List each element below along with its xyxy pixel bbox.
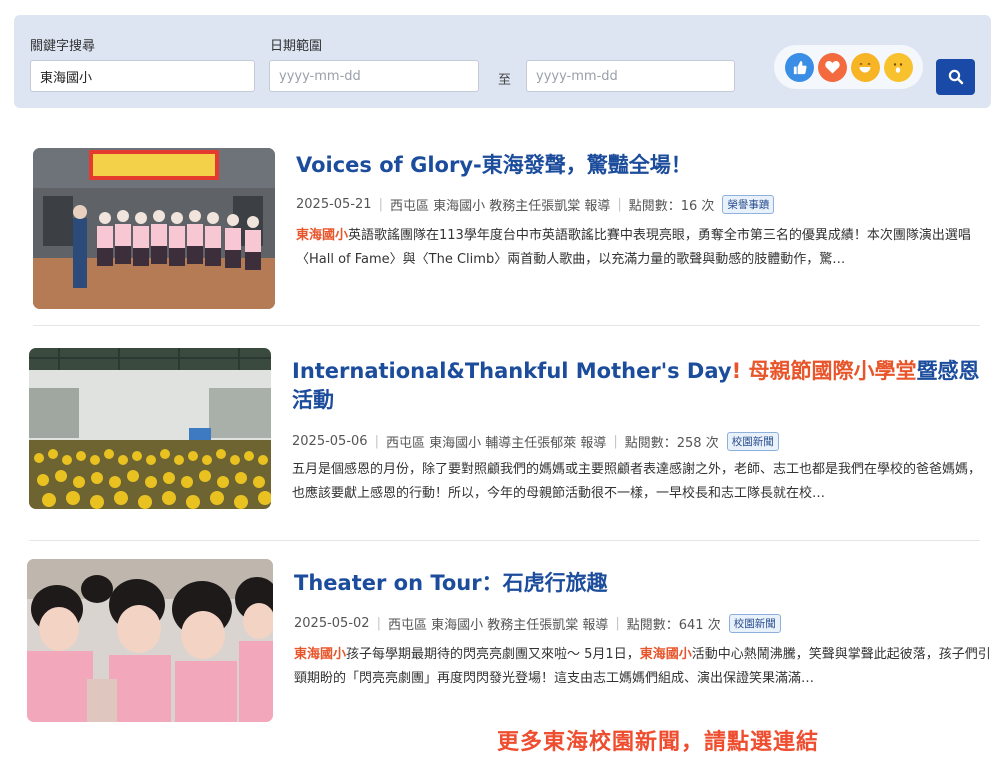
surprise-icon[interactable]: [883, 52, 913, 82]
article-title[interactable]: Theater on Tour：石虎行旅趣: [294, 569, 984, 598]
article-meta: 2025-05-06 | 西屯區 東海國小 輔導主任張郁萊 報導 | 點閱數：2…: [292, 432, 779, 451]
article-date: 2025-05-21: [296, 197, 372, 212]
article-views: 點閱數：641 次: [626, 618, 721, 633]
article-thumbnail[interactable]: [29, 348, 271, 509]
keyword-input[interactable]: [30, 60, 255, 92]
divider: [29, 540, 980, 541]
start-date-input[interactable]: [269, 60, 479, 92]
article-excerpt: 東海國小英語歌謠團隊在113學年度台中市英語歌謠比賽中表現亮眼，勇奪全市第三名的…: [296, 228, 971, 267]
article-thumbnail[interactable]: [33, 148, 275, 309]
search-panel: 關鍵字搜尋 日期範圍 至: [14, 15, 991, 108]
end-date-input[interactable]: [526, 60, 735, 92]
article-date: 2025-05-06: [292, 434, 368, 449]
article-reporter: 西屯區 東海國小 教務主任張凱棠 報導: [389, 199, 611, 214]
keyword-label: 關鍵字搜尋: [30, 39, 96, 54]
article-title[interactable]: Voices of Glory-東海發聲，驚豔全場！: [296, 151, 986, 180]
article-excerpt: 五月是個感恩的月份，除了要對照顧我們的媽媽或主要照顧者表達感謝之外，老師、志工也…: [292, 462, 982, 501]
article-views: 點閱數：258 次: [624, 436, 719, 451]
article-excerpt: 東海國小孩子每學期最期待的閃亮亮劇團又來啦～ 5月1日，東海國小活動中心熱鬧沸騰…: [294, 647, 991, 686]
article-reporter: 西屯區 東海國小 輔導主任張郁萊 報導: [385, 436, 607, 451]
search-icon: [948, 69, 963, 85]
article-thumbnail[interactable]: [27, 559, 273, 722]
thumbs-up-icon[interactable]: [784, 52, 814, 82]
search-button[interactable]: [936, 59, 975, 95]
date-to-label: 至: [498, 73, 512, 88]
date-range-label: 日期範圍: [270, 39, 323, 54]
article-reporter: 西屯區 東海國小 教務主任張凱棠 報導: [387, 618, 609, 633]
article-meta: 2025-05-02 | 西屯區 東海國小 教務主任張凱棠 報導 | 點閱數：6…: [294, 614, 781, 633]
more-news-link[interactable]: 更多東海校園新聞，請點選連結: [497, 724, 819, 756]
article-tag: 榮譽事蹟: [722, 195, 775, 214]
article-date: 2025-05-02: [294, 616, 370, 631]
article-tag: 校園新聞: [726, 432, 779, 451]
article-views: 點閱數：16 次: [628, 199, 715, 214]
heart-icon[interactable]: [817, 52, 847, 82]
article-title[interactable]: International&Thankful Mother's Day! 母親節…: [292, 357, 982, 415]
laugh-icon[interactable]: [850, 52, 880, 82]
divider: [33, 325, 980, 326]
article-meta: 2025-05-21 | 西屯區 東海國小 教務主任張凱棠 報導 | 點閱數：1…: [296, 195, 775, 214]
reaction-bar: [774, 45, 923, 89]
article-tag: 校園新聞: [728, 614, 781, 633]
